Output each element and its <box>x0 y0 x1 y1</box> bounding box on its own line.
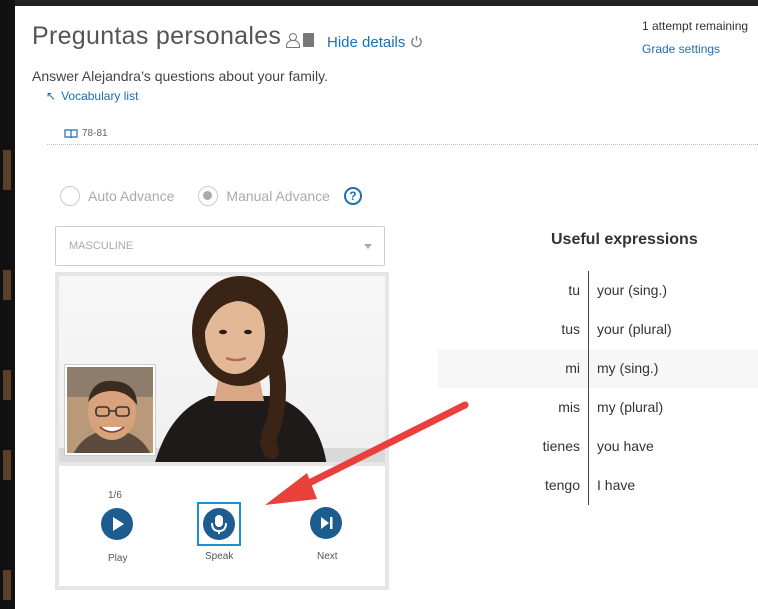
instructions: Answer Alejandra’s questions about your … <box>32 68 328 84</box>
expression-row: tienes you have <box>438 427 758 466</box>
speak-label: Speak <box>205 551 234 562</box>
expression-row: mis my (plural) <box>438 388 758 427</box>
speak-button-focus[interactable] <box>197 502 241 546</box>
chevron-down-icon <box>364 244 372 249</box>
gender-select-value: MASCULINE <box>69 240 134 252</box>
expression-spanish: tus <box>561 321 580 337</box>
next-label: Next <box>317 551 338 562</box>
grade-settings-link[interactable]: Grade settings <box>642 42 720 56</box>
background-window-strip <box>0 0 15 609</box>
hide-details-link[interactable]: Hide details <box>327 34 405 51</box>
expression-row: tengo I have <box>438 466 758 505</box>
expression-spanish: tu <box>568 282 580 298</box>
expression-english: you have <box>597 438 654 454</box>
learner-face-image <box>67 367 153 453</box>
refresh-icon[interactable] <box>410 35 423 48</box>
auto-advance-radio[interactable] <box>60 186 80 206</box>
microphone-icon <box>211 515 227 534</box>
advance-mode-group: Auto Advance Manual Advance ? <box>60 186 362 206</box>
expression-english: your (plural) <box>597 321 672 337</box>
speak-button[interactable] <box>203 508 235 540</box>
expression-english: my (plural) <box>597 399 664 415</box>
gender-select[interactable]: MASCULINE <box>55 226 385 266</box>
expand-arrow-icon: ↖ <box>46 89 57 103</box>
expressions-divider <box>588 271 589 505</box>
page-title: Preguntas personales <box>32 22 282 50</box>
expression-spanish: mi <box>565 360 580 376</box>
manual-advance-label: Manual Advance <box>226 188 330 204</box>
divider <box>47 144 758 145</box>
textbook-pages[interactable]: 78-81 <box>64 128 108 139</box>
vocabulary-list-label: Vocabulary list <box>61 89 139 103</box>
expression-row: mi my (sing.) <box>438 349 758 388</box>
expression-spanish: tengo <box>544 477 580 493</box>
auto-advance-label: Auto Advance <box>88 188 175 204</box>
expression-row: tu your (sing.) <box>438 271 758 310</box>
play-label: Play <box>108 553 128 564</box>
help-icon[interactable]: ? <box>343 187 362 205</box>
annotation-arrow <box>265 401 469 505</box>
play-icon <box>113 517 124 531</box>
expression-spanish: mis <box>558 399 580 415</box>
open-book-icon <box>64 128 78 138</box>
expression-english: your (sing.) <box>597 282 668 298</box>
useful-expressions-title: Useful expressions <box>551 231 698 248</box>
attempts-remaining: 1 attempt remaining <box>642 19 749 33</box>
play-button[interactable] <box>101 508 133 540</box>
user-icon <box>285 33 300 48</box>
expression-spanish: tienes <box>542 438 580 454</box>
expression-row: tus your (plural) <box>438 310 758 349</box>
question-counter: 1/6 <box>108 490 122 501</box>
manual-advance-radio[interactable] <box>198 186 219 206</box>
learner-webcam-thumbnail <box>65 365 155 455</box>
vocabulary-list-link[interactable]: ↖ Vocabulary list <box>46 89 138 103</box>
page-range: 78-81 <box>82 128 108 139</box>
expression-english: my (sing.) <box>597 360 659 376</box>
book-icon <box>303 33 314 47</box>
expression-english: I have <box>597 477 636 493</box>
